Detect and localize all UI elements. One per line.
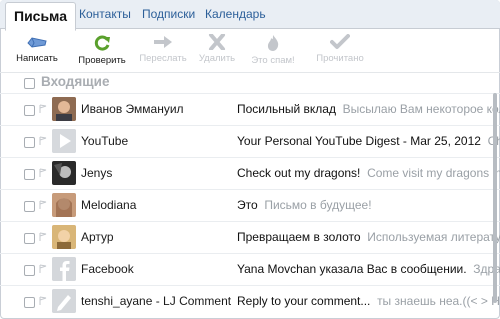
subject-line: Посильный вклад Высылаю Вам некоторое ко… — [237, 102, 500, 116]
avatar — [52, 97, 76, 121]
subject-text: Your Personal YouTube Digest - Mar 25, 2… — [237, 134, 481, 148]
sender-name: Jenys — [81, 166, 113, 180]
sender-name: Facebook — [81, 262, 134, 276]
refresh-icon — [94, 35, 110, 51]
sender-name: tenshi_ayane - LJ Comment — [81, 294, 232, 308]
forward-arrow-icon — [154, 36, 172, 48]
flag-icon[interactable] — [39, 232, 47, 242]
compose-label: Написать — [16, 53, 58, 64]
message-checkbox[interactable] — [24, 201, 35, 212]
message-row[interactable]: tenshi_ayane - LJ Comment Reply to your … — [0, 285, 500, 318]
avatar — [52, 289, 76, 313]
subject-line: Check out my dragons! Come visit my drag… — [237, 166, 500, 180]
compose-icon — [27, 37, 47, 48]
compose-button[interactable]: Написать — [2, 30, 72, 64]
person-photo-icon — [52, 193, 76, 217]
message-checkbox[interactable] — [24, 265, 35, 276]
subject-text: Check out my dragons! — [237, 166, 361, 180]
person-photo-bw-icon — [52, 161, 76, 185]
message-checkbox[interactable] — [24, 169, 35, 180]
message-checkbox[interactable] — [24, 297, 35, 308]
flag-icon[interactable] — [39, 104, 47, 114]
sender-name: Артур — [81, 230, 114, 244]
subject-text: Reply to your comment... — [237, 294, 371, 308]
person-photo-icon — [52, 97, 76, 121]
message-checkbox[interactable] — [24, 137, 35, 148]
subject-line: Превращаем в золото Используемая литерат… — [237, 230, 500, 244]
subject-line: Your Personal YouTube Digest - Mar 25, 2… — [237, 134, 500, 148]
avatar — [52, 257, 76, 281]
message-checkbox[interactable] — [24, 105, 35, 116]
avatar — [52, 193, 76, 217]
select-all-checkbox[interactable] — [24, 78, 35, 89]
sender-name: YouTube — [81, 134, 129, 148]
snippet-text: Высылаю Вам некоторое количество — [342, 102, 500, 116]
snippet-text: Используемая литература и ж — [367, 230, 500, 244]
scrollbar[interactable] — [493, 93, 497, 303]
pencil-icon — [52, 289, 76, 313]
tab-calendar[interactable]: Календарь — [205, 0, 266, 29]
facebook-icon — [52, 257, 76, 281]
person-photo-icon — [52, 225, 76, 249]
spam-flame-icon — [267, 35, 279, 51]
folder-title: Входящие — [41, 74, 110, 89]
avatar — [52, 129, 76, 153]
mark-read-button[interactable]: Прочитано — [305, 30, 375, 64]
flag-icon[interactable] — [39, 296, 47, 306]
tab-mail[interactable]: Письма — [5, 2, 77, 31]
toolbar: Написать Проверить Переслать Удалить Это… — [0, 30, 500, 74]
checkmark-icon — [330, 34, 350, 49]
avatar — [52, 161, 76, 185]
tab-contacts[interactable]: Контакты — [79, 0, 131, 29]
subject-line: Yana Movchan указала Вас в сообщении. Зд… — [237, 262, 500, 276]
folder-header: Входящие — [0, 73, 500, 93]
flag-icon[interactable] — [39, 168, 47, 178]
spam-label: Это спам! — [251, 55, 295, 66]
snippet-text: Come visit my dragons in Dragon — [367, 166, 500, 180]
subject-line: Это Письмо в будущее! — [237, 198, 500, 212]
subject-line: Reply to your comment... ты знаешь неа.(… — [237, 294, 500, 308]
delete-x-icon — [209, 34, 225, 50]
message-checkbox[interactable] — [24, 233, 35, 244]
subject-text: Превращаем в золото — [237, 230, 361, 244]
message-row[interactable]: Jenys Check out my dragons! Come visit m… — [0, 157, 500, 190]
flag-icon[interactable] — [39, 136, 47, 146]
spam-button[interactable]: Это спам! — [238, 30, 308, 66]
subject-text: Это — [237, 198, 258, 212]
flag-icon[interactable] — [39, 200, 47, 210]
sender-name: Melodiana — [81, 198, 137, 212]
flag-icon[interactable] — [39, 264, 47, 274]
message-row[interactable]: Melodiana Это Письмо в будущее! — [0, 189, 500, 222]
tab-subscriptions[interactable]: Подписки — [142, 0, 195, 29]
snippet-text: Письмо в будущее! — [264, 198, 372, 212]
message-row[interactable]: Facebook Yana Movchan указала Вас в сооб… — [0, 253, 500, 286]
subject-text: Yana Movchan указала Вас в сообщении. — [237, 262, 467, 276]
avatar — [52, 225, 76, 249]
check-mail-label: Проверить — [78, 55, 126, 66]
message-row[interactable]: Иванов Эммануил Посильный вклад Высылаю … — [0, 93, 500, 126]
snippet-text: ты знаешь неа.((< > НО! — [377, 294, 500, 308]
play-icon — [52, 129, 76, 153]
subject-text: Посильный вклад — [237, 102, 336, 116]
check-mail-button[interactable]: Проверить — [67, 30, 137, 66]
sender-name: Иванов Эммануил — [81, 102, 184, 116]
tab-bar: Письма Контакты Подписки Календарь — [0, 0, 500, 31]
message-row[interactable]: YouTube Your Personal YouTube Digest - M… — [0, 125, 500, 158]
mark-read-label: Прочитано — [316, 53, 364, 64]
message-row[interactable]: Артур Превращаем в золото Используемая л… — [0, 221, 500, 254]
